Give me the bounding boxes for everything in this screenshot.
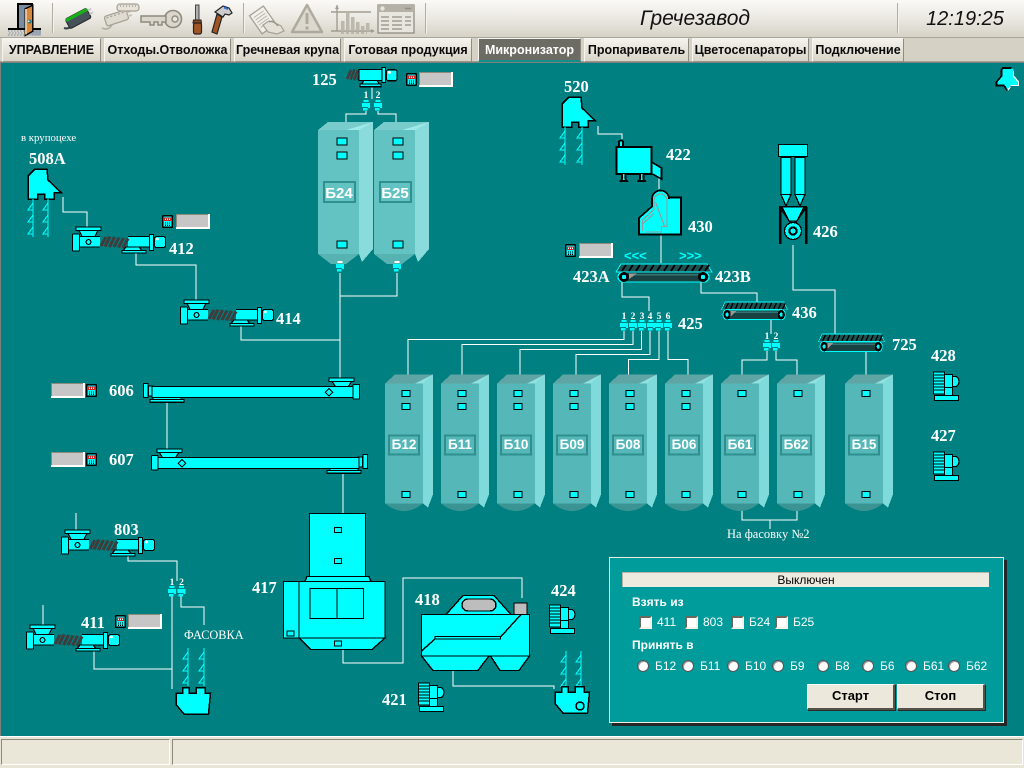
svg-text:Б25: Б25 xyxy=(381,185,408,202)
svg-text:Б06: Б06 xyxy=(672,437,697,452)
svg-text:725: 725 xyxy=(892,335,917,354)
svg-text:436: 436 xyxy=(792,303,817,322)
svg-text:Б09: Б09 xyxy=(560,437,585,452)
svg-text:в крупоцехе: в крупоцехе xyxy=(21,132,76,144)
svg-text:4: 4 xyxy=(648,312,653,322)
svg-text:Б61: Б61 xyxy=(728,437,753,452)
svg-text:1: 1 xyxy=(364,91,369,101)
svg-text:На фасовку №2: На фасовку №2 xyxy=(727,527,810,541)
svg-text:423А: 423А xyxy=(573,267,610,286)
svg-text:421: 421 xyxy=(382,690,407,709)
svg-text:<<<: <<< xyxy=(624,248,647,263)
svg-text:Б15: Б15 xyxy=(852,437,877,452)
svg-text:Б08: Б08 xyxy=(616,437,641,452)
svg-text:508A: 508A xyxy=(29,149,66,168)
svg-text:430: 430 xyxy=(688,217,713,236)
svg-text:417: 417 xyxy=(252,578,277,597)
svg-text:2: 2 xyxy=(774,332,779,342)
svg-text:Б62: Б62 xyxy=(784,437,809,452)
svg-text:Б11: Б11 xyxy=(448,437,472,452)
svg-text:1: 1 xyxy=(765,332,770,342)
svg-text:422: 422 xyxy=(666,145,691,164)
svg-text:1: 1 xyxy=(170,578,175,588)
svg-text:Б12: Б12 xyxy=(392,437,417,452)
svg-text:520: 520 xyxy=(564,77,589,96)
svg-text:412: 412 xyxy=(169,239,194,258)
svg-text:414: 414 xyxy=(276,309,301,328)
svg-text:607: 607 xyxy=(109,450,134,469)
svg-text:5: 5 xyxy=(657,312,662,322)
svg-text:ФАСОВКА: ФАСОВКА xyxy=(184,628,244,642)
svg-text:125: 125 xyxy=(312,70,337,89)
svg-text:1: 1 xyxy=(622,312,627,322)
svg-text:425: 425 xyxy=(678,314,703,333)
svg-text:Б10: Б10 xyxy=(504,437,529,452)
svg-text:426: 426 xyxy=(813,222,838,241)
svg-text:423В: 423В xyxy=(715,267,751,286)
svg-text:3: 3 xyxy=(640,312,645,322)
svg-text:427: 427 xyxy=(931,426,956,445)
svg-text:2: 2 xyxy=(376,91,381,101)
svg-text:424: 424 xyxy=(551,581,576,600)
svg-text:6: 6 xyxy=(666,312,671,322)
svg-text:803: 803 xyxy=(114,520,139,539)
svg-text:>>>: >>> xyxy=(679,248,702,263)
svg-text:411: 411 xyxy=(81,613,105,632)
svg-text:2: 2 xyxy=(631,312,636,322)
svg-text:428: 428 xyxy=(931,346,956,365)
svg-text:2: 2 xyxy=(179,578,184,588)
svg-text:606: 606 xyxy=(109,381,134,400)
svg-text:418: 418 xyxy=(415,590,440,609)
svg-text:Б24: Б24 xyxy=(325,185,353,202)
